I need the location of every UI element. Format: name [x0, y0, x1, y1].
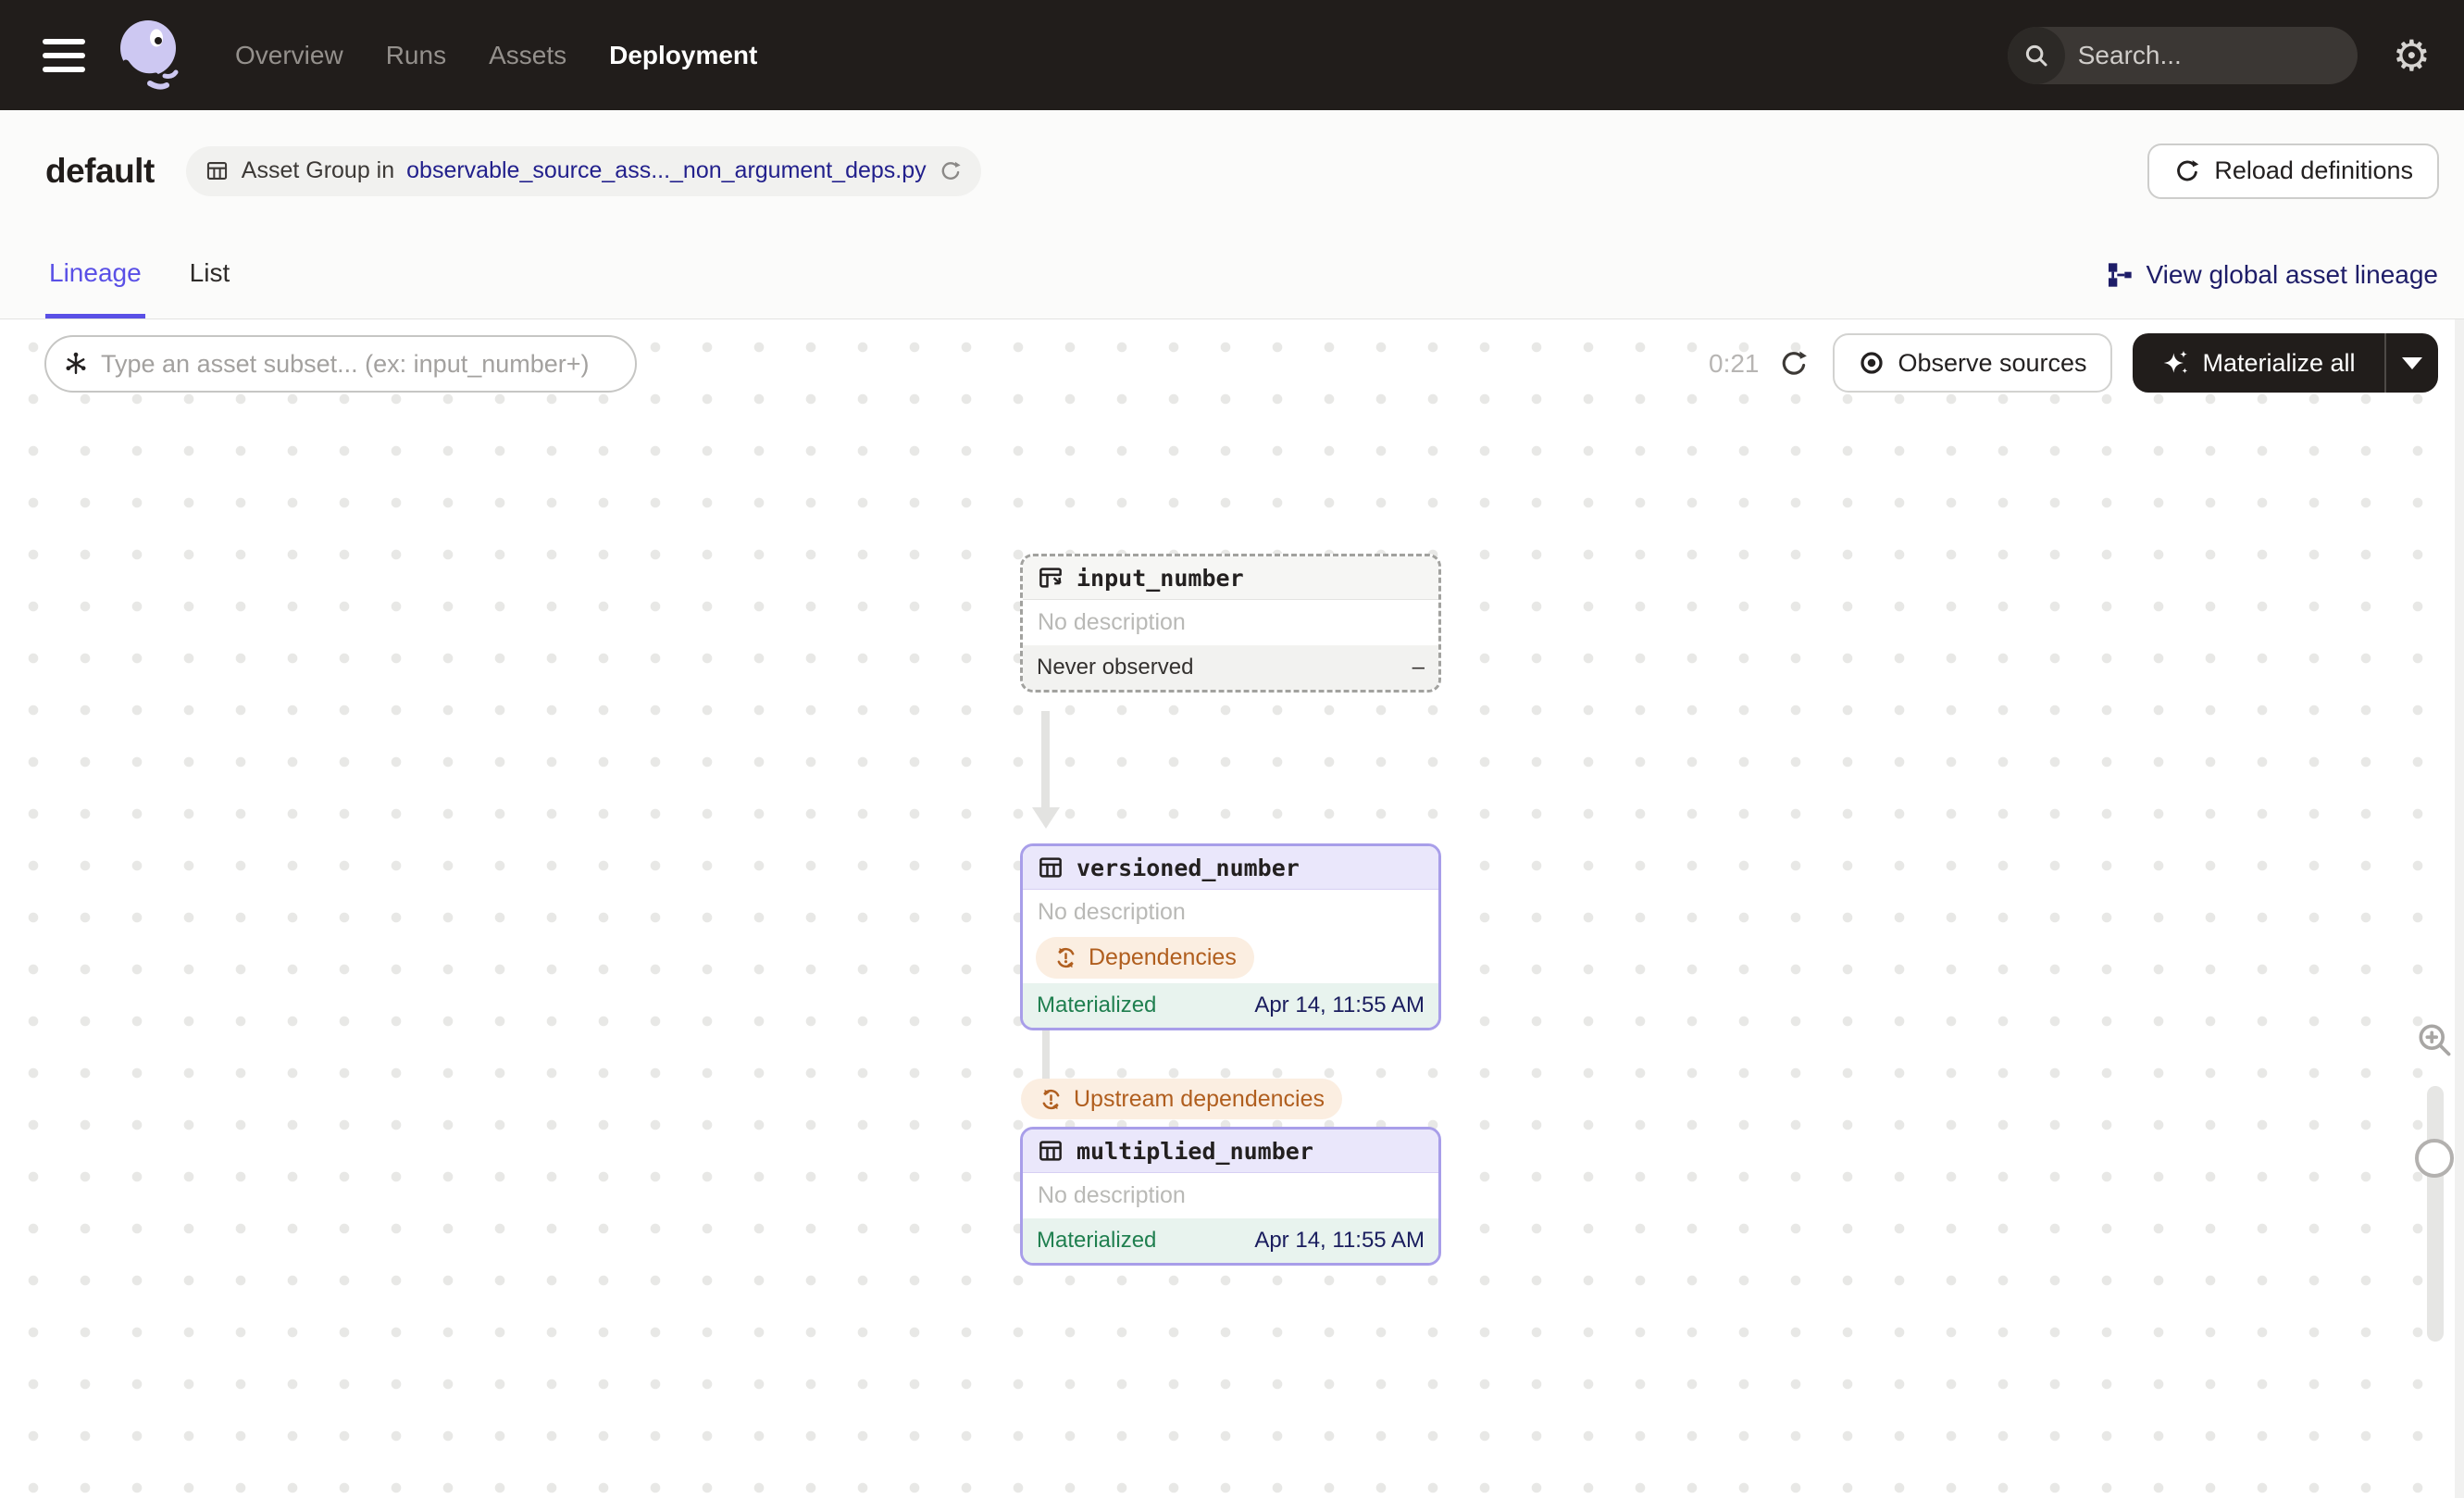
global-search[interactable]: / — [2007, 26, 2358, 84]
lineage-graph-icon — [2108, 263, 2132, 287]
asset-node-multiplied-number[interactable]: multiplied_number No description Materia… — [1020, 1127, 1441, 1266]
asset-status-timestamp: Apr 14, 11:55 AM — [1254, 992, 1425, 1017]
asset-node-input-number[interactable]: input_number No description Never observ… — [1020, 554, 1441, 693]
tabs-bar: Lineage List View global asset lineage — [0, 231, 2464, 319]
nav-overview[interactable]: Overview — [235, 41, 343, 70]
asset-subset-input[interactable] — [101, 349, 629, 379]
observe-sources-button[interactable]: Observe sources — [1833, 333, 2112, 393]
asset-group-label: Asset Group in — [241, 157, 395, 183]
upstream-dependencies-badge[interactable]: Upstream dependencies — [1021, 1079, 1342, 1119]
top-navbar: Overview Runs Assets Deployment / ⚙ — [0, 0, 2464, 110]
lineage-canvas[interactable]: 0:21 Observe sources Materialize all — [0, 319, 2464, 1498]
nav-runs[interactable]: Runs — [386, 41, 446, 70]
scrollbar-track[interactable] — [2455, 319, 2464, 1498]
page-title: default — [45, 151, 155, 190]
settings-gear-icon[interactable]: ⚙ — [2393, 34, 2431, 77]
asset-group-chip: Asset Group in observable_source_ass..._… — [185, 145, 981, 196]
refresh-icon-button[interactable] — [1778, 335, 1810, 393]
asset-status-label: Materialized — [1037, 1228, 1157, 1253]
asset-group-file-link[interactable]: observable_source_ass..._non_argument_de… — [406, 157, 927, 184]
nav-assets[interactable]: Assets — [489, 41, 566, 70]
page-header: default Asset Group in observable_source… — [0, 110, 2464, 231]
reload-definitions-button[interactable]: Reload definitions — [2147, 143, 2439, 199]
caret-down-icon — [2402, 356, 2422, 369]
menu-icon[interactable] — [43, 38, 85, 72]
materialize-options-button[interactable] — [2386, 333, 2438, 393]
materialize-all-label: Materialize all — [2202, 348, 2356, 377]
edge-input-to-versioned — [1041, 711, 1050, 808]
refresh-countdown: 0:21 — [1709, 349, 1760, 378]
changed-dependencies-icon — [1042, 1089, 1060, 1109]
asset-node-versioned-number[interactable]: versioned_number No description Dependen… — [1020, 843, 1441, 1030]
asset-status-label: Never observed — [1037, 655, 1194, 680]
tab-list[interactable]: List — [186, 231, 234, 318]
zoom-in-icon[interactable] — [2414, 1019, 2455, 1060]
upstream-dependencies-label: Upstream dependencies — [1074, 1085, 1325, 1112]
edge-versioned-to-multiplied — [1042, 1026, 1050, 1079]
observe-sources-label: Observe sources — [1898, 348, 2087, 377]
asset-description: No description — [1038, 899, 1186, 925]
asset-title: multiplied_number — [1076, 1137, 1313, 1165]
asset-title: input_number — [1076, 564, 1244, 592]
zoom-slider-track[interactable] — [2427, 1086, 2444, 1342]
asset-status-value: – — [1412, 655, 1425, 680]
materialize-all-button-group: Materialize all — [2133, 333, 2438, 393]
observe-eye-icon — [1860, 352, 1884, 374]
primary-nav: Overview Runs Assets Deployment — [235, 41, 757, 70]
edge-arrowhead-icon — [1032, 807, 1060, 829]
changed-dependencies-icon — [1057, 947, 1075, 968]
reload-definitions-label: Reload definitions — [2214, 156, 2413, 184]
dependencies-badge[interactable]: Dependencies — [1036, 937, 1254, 979]
dependencies-badge-label: Dependencies — [1089, 944, 1237, 970]
asset-title: versioned_number — [1076, 854, 1300, 881]
nav-deployment[interactable]: Deployment — [609, 41, 757, 70]
asset-selection-icon — [66, 352, 86, 375]
asset-status-label: Materialized — [1037, 992, 1157, 1017]
asset-description: No description — [1038, 609, 1186, 635]
search-input[interactable] — [2064, 40, 2358, 70]
asset-description: No description — [1038, 1182, 1186, 1208]
view-global-asset-lineage-link[interactable]: View global asset lineage — [2105, 260, 2438, 290]
asset-subset-filter[interactable] — [44, 335, 637, 393]
source-asset-icon — [1039, 568, 1062, 588]
dagster-logo[interactable] — [113, 17, 187, 94]
zoom-slider-handle[interactable] — [2415, 1139, 2454, 1178]
view-global-asset-lineage-label: View global asset lineage — [2146, 260, 2438, 289]
sparkle-icon — [2164, 350, 2188, 374]
table-asset-icon — [1039, 1141, 1062, 1161]
reload-chip-icon[interactable] — [939, 159, 963, 183]
table-asset-icon — [1039, 857, 1062, 878]
reload-icon — [2177, 159, 2199, 181]
asset-status-timestamp: Apr 14, 11:55 AM — [1254, 1228, 1425, 1253]
search-icon — [2007, 26, 2065, 84]
tab-lineage[interactable]: Lineage — [45, 231, 145, 318]
materialize-all-button[interactable]: Materialize all — [2133, 333, 2384, 393]
table-icon — [206, 162, 227, 180]
